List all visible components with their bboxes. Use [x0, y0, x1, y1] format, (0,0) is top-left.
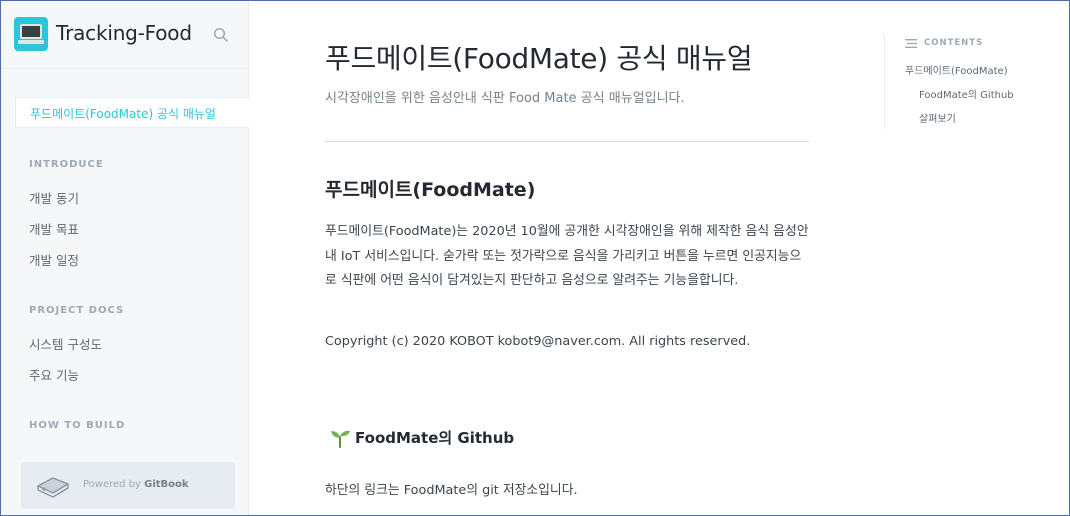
sidebar-header: Tracking-Food: [1, 1, 249, 69]
powered-by-gitbook[interactable]: Powered by GitBook: [21, 462, 235, 509]
section-heading-github-text: FoodMate의 Github: [355, 429, 515, 447]
divider: [325, 141, 809, 142]
toc-item-overview[interactable]: 살펴보기: [919, 110, 956, 125]
list-icon: [905, 38, 917, 48]
table-of-contents: CONTENTS 푸드메이트(FoodMate) FoodMate의 Githu…: [884, 35, 1064, 129]
app-window: Tracking-Food 푸드메이트(FoodMate) 공식 매뉴얼 INT…: [0, 0, 1070, 516]
main-content: 푸드메이트(FoodMate) 공식 매뉴얼 시각장애인을 위한 음성안내 식판…: [250, 1, 1069, 515]
toc-item-foodmate[interactable]: 푸드메이트(FoodMate): [905, 62, 1008, 77]
sidebar-item-label: 푸드메이트(FoodMate) 공식 매뉴얼: [30, 107, 216, 121]
sidebar-item-system-diagram[interactable]: 시스템 구성도: [29, 334, 102, 353]
laptop-icon[interactable]: [14, 17, 48, 51]
gitbook-icon: [37, 477, 69, 498]
sidebar-item-manual[interactable]: 푸드메이트(FoodMate) 공식 매뉴얼: [15, 97, 249, 128]
site-title[interactable]: Tracking-Food: [56, 21, 192, 45]
sidebar: Tracking-Food 푸드메이트(FoodMate) 공식 매뉴얼 INT…: [1, 1, 249, 515]
section-heading-foodmate: 푸드메이트(FoodMate): [325, 179, 536, 201]
sidebar-item-motivation[interactable]: 개발 동기: [29, 188, 79, 207]
section-heading-github: FoodMate의 Github: [329, 427, 514, 448]
page-subtitle: 시각장애인을 위한 음성안내 식판 Food Mate 공식 매뉴얼입니다.: [325, 91, 685, 106]
sidebar-item-goal[interactable]: 개발 목표: [29, 219, 79, 238]
github-paragraph: 하단의 링크는 FoodMate의 git 저장소입니다.: [325, 483, 578, 498]
powered-text: Powered by GitBook: [83, 479, 189, 490]
sidebar-item-schedule[interactable]: 개발 일정: [29, 250, 79, 269]
sidebar-item-features[interactable]: 주요 기능: [29, 365, 79, 384]
seedling-icon: [331, 430, 350, 448]
toc-heading: CONTENTS: [905, 38, 983, 48]
section-how-to-build: HOW TO BUILD: [29, 420, 126, 431]
copyright-text: Copyright (c) 2020 KOBOT kobot9@naver.co…: [325, 334, 751, 349]
intro-paragraph: 푸드메이트(FoodMate)는 2020년 10월에 공개한 시각장애인을 위…: [325, 224, 809, 288]
section-introduce: INTRODUCE: [29, 159, 104, 170]
section-project-docs: PROJECT DOCS: [29, 305, 125, 316]
toc-item-github[interactable]: FoodMate의 Github: [919, 86, 1014, 101]
page-title: 푸드메이트(FoodMate) 공식 매뉴얼: [325, 42, 753, 75]
search-icon[interactable]: [213, 27, 229, 43]
